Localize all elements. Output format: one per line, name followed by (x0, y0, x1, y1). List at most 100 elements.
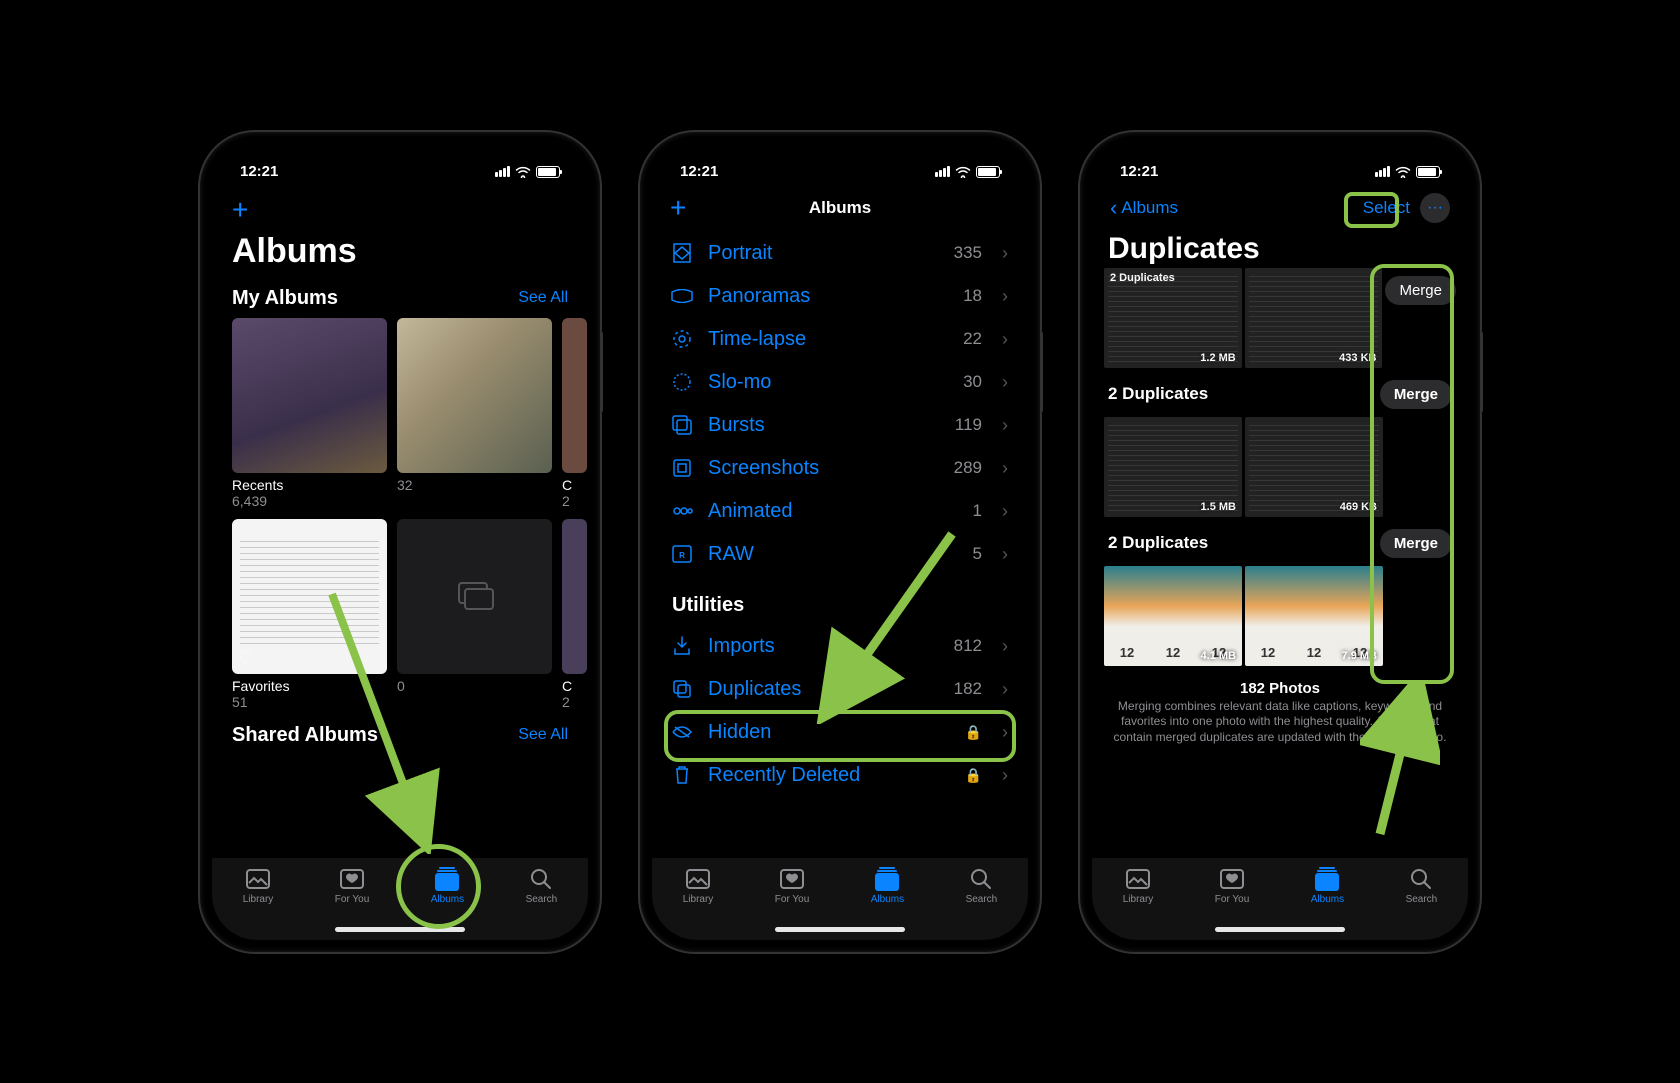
signal-icon (935, 166, 950, 177)
chevron-right-icon: › (1002, 243, 1008, 264)
timelapse-icon (670, 328, 694, 350)
library-icon (245, 866, 271, 892)
row-timelapse[interactable]: Time-lapse 22 › (652, 318, 1028, 361)
search-icon (969, 866, 993, 892)
row-screenshots[interactable]: Screenshots 289 › (652, 447, 1028, 490)
chevron-right-icon: › (1002, 765, 1008, 786)
phone-3: 12:21 ‹ Albums Select ··· Duplicates 2 D… (1080, 132, 1480, 952)
tab-library[interactable]: Library (243, 866, 274, 940)
chevron-right-icon: › (1002, 329, 1008, 350)
wifi-icon (1395, 166, 1411, 178)
chevron-right-icon: › (1002, 415, 1008, 436)
heart-icon: ♡ (238, 648, 252, 668)
duplicate-photo[interactable]: 121212 7.9 MB (1245, 566, 1383, 666)
battery-icon (976, 166, 1000, 178)
for-you-icon (779, 866, 805, 892)
raw-icon: R (670, 544, 694, 564)
wifi-icon (515, 166, 531, 178)
tab-search[interactable]: Search (526, 866, 558, 940)
row-panoramas[interactable]: Panoramas 18 › (652, 275, 1028, 318)
duplicate-photo[interactable]: 121212 4.1 MB (1104, 566, 1242, 666)
chevron-right-icon: › (1002, 722, 1008, 743)
row-animated[interactable]: Animated 1 › (652, 490, 1028, 533)
albums-icon (1313, 866, 1341, 892)
row-imports[interactable]: Imports 812 › (652, 625, 1028, 668)
wifi-icon (955, 166, 971, 178)
chevron-right-icon: › (1002, 501, 1008, 522)
merge-button[interactable]: Merge (1380, 529, 1452, 558)
home-indicator[interactable] (335, 927, 465, 932)
page-title: Duplicates (1092, 232, 1468, 272)
bursts-icon (670, 414, 694, 436)
for-you-icon (339, 866, 365, 892)
chevron-right-icon: › (1002, 544, 1008, 565)
chevron-right-icon: › (1002, 458, 1008, 479)
see-all-button[interactable]: See All (518, 726, 568, 744)
hidden-icon (670, 724, 694, 740)
album-item[interactable]: 32 (397, 318, 552, 509)
tab-library[interactable]: Library (1123, 866, 1154, 940)
album-item[interactable]: 0 (397, 519, 552, 710)
album-favorites[interactable]: ♡ Favorites 51 (232, 519, 387, 710)
page-title: Albums (212, 232, 588, 279)
svg-text:R: R (679, 551, 685, 560)
signal-icon (495, 166, 510, 177)
shared-albums-header: Shared Albums (232, 724, 378, 747)
add-button[interactable]: + (670, 192, 686, 224)
animated-icon (670, 500, 694, 522)
photo-count: 182 Photos (1092, 666, 1468, 699)
back-button[interactable]: ‹ Albums (1110, 195, 1178, 221)
duplicate-photo[interactable]: 433 KB (1245, 268, 1383, 368)
lock-icon: 🔒 (965, 767, 982, 784)
phone-1: 12:21 + Albums My Albums See All Recents… (200, 132, 600, 952)
search-icon (1409, 866, 1433, 892)
search-icon (529, 866, 553, 892)
row-raw[interactable]: R RAW 5 › (652, 533, 1028, 576)
duplicate-photo[interactable]: 1.5 MB (1104, 417, 1242, 517)
chevron-right-icon: › (1002, 679, 1008, 700)
battery-icon (536, 166, 560, 178)
imports-icon (670, 635, 694, 657)
tab-search[interactable]: Search (1406, 866, 1438, 940)
more-button[interactable]: ··· (1420, 193, 1450, 223)
battery-icon (1416, 166, 1440, 178)
panorama-icon (670, 289, 694, 303)
tab-search[interactable]: Search (966, 866, 998, 940)
my-albums-header: My Albums (232, 287, 338, 310)
lock-icon: 🔒 (965, 724, 982, 741)
album-recents[interactable]: Recents 6,439 (232, 318, 387, 509)
trash-icon (670, 764, 694, 786)
library-icon (1125, 866, 1151, 892)
row-slomo[interactable]: Slo-mo 30 › (652, 361, 1028, 404)
merge-button[interactable]: Merge (1385, 276, 1456, 305)
album-item-peek[interactable]: C 2 (562, 318, 587, 509)
status-time: 12:21 (680, 163, 718, 180)
duplicate-photo[interactable]: 469 KB (1245, 417, 1383, 517)
tab-library[interactable]: Library (683, 866, 714, 940)
row-portrait[interactable]: Portrait 335 › (652, 232, 1028, 275)
home-indicator[interactable] (775, 927, 905, 932)
chevron-right-icon: › (1002, 372, 1008, 393)
add-button[interactable]: + (232, 194, 248, 226)
select-button[interactable]: Select (1363, 198, 1410, 218)
utilities-header: Utilities (652, 576, 1028, 625)
slomo-icon (670, 371, 694, 393)
status-time: 12:21 (1120, 163, 1158, 180)
albums-icon (433, 866, 461, 892)
merge-button[interactable]: Merge (1380, 380, 1452, 409)
chevron-right-icon: › (1002, 636, 1008, 657)
album-item-peek[interactable]: C 2 (562, 519, 587, 710)
row-duplicates[interactable]: Duplicates 182 › (652, 668, 1028, 711)
dup-group-title: 2 Duplicates (1108, 384, 1208, 404)
signal-icon (1375, 166, 1390, 177)
nav-title: Albums (809, 198, 871, 218)
see-all-button[interactable]: See All (518, 289, 568, 307)
row-recently-deleted[interactable]: Recently Deleted 🔒 › (652, 754, 1028, 797)
status-time: 12:21 (240, 163, 278, 180)
duplicate-photo[interactable]: 2 Duplicates 1.2 MB (1104, 268, 1242, 368)
phone-2: 12:21 + Albums Portrait 335 › Panoramas … (640, 132, 1040, 952)
row-bursts[interactable]: Bursts 119 › (652, 404, 1028, 447)
row-hidden[interactable]: Hidden 🔒 › (652, 711, 1028, 754)
home-indicator[interactable] (1215, 927, 1345, 932)
portrait-icon (670, 242, 694, 264)
